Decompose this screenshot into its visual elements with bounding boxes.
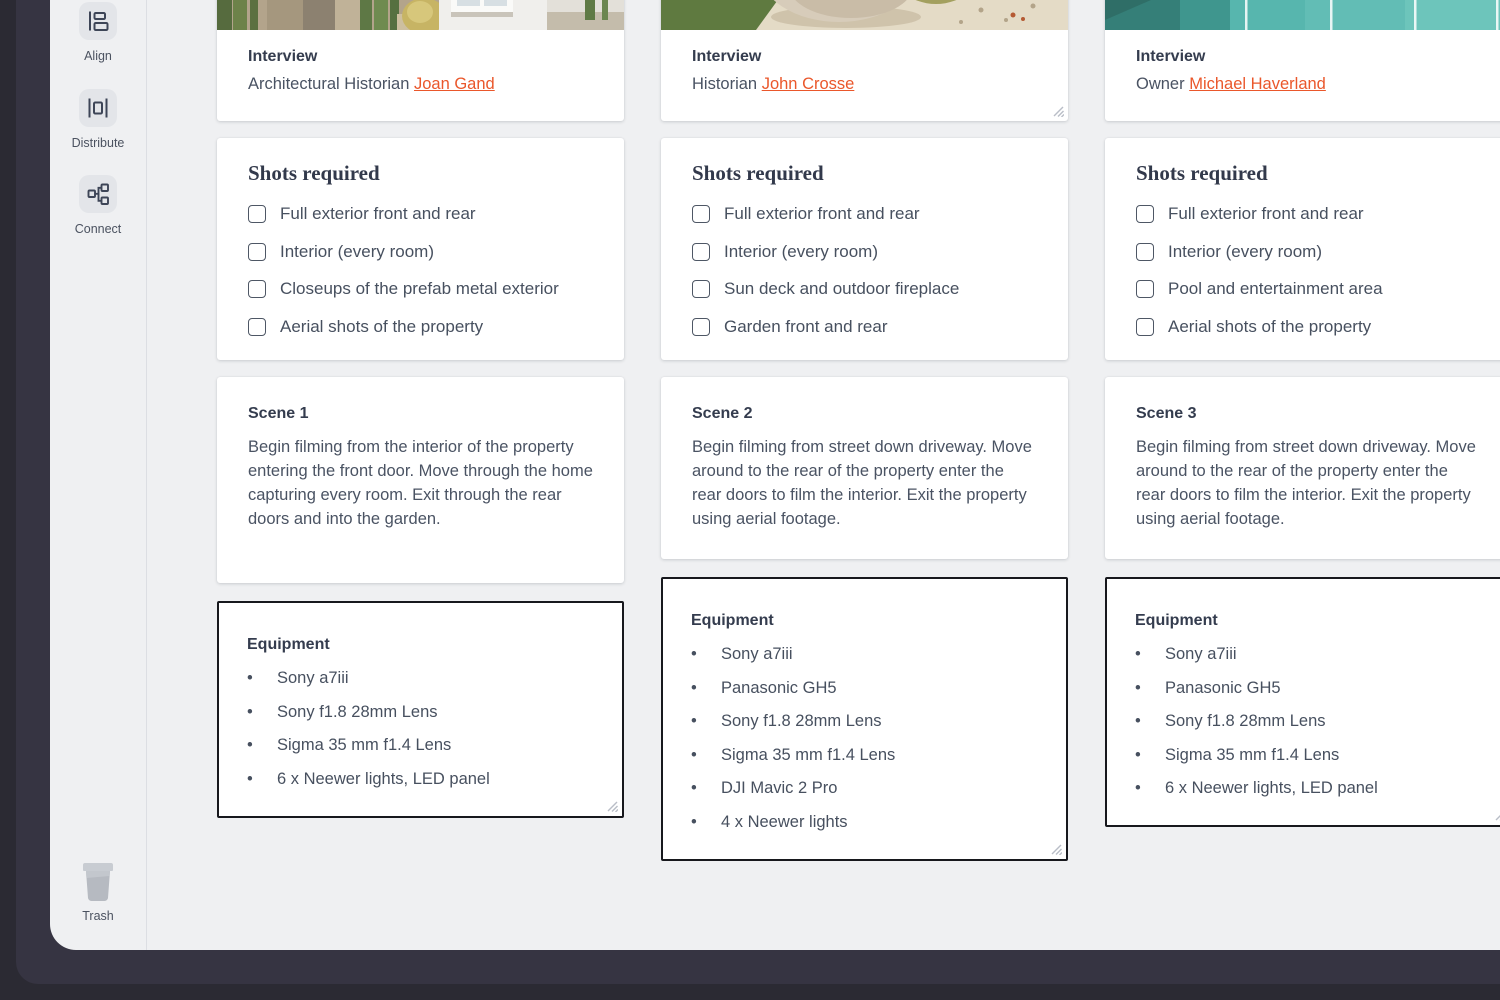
equipment-item: 4 x Neewer lights (691, 806, 1038, 840)
lawn-rock-garden-photo (661, 0, 1068, 30)
swimming-pool-photo (1105, 0, 1500, 30)
resize-handle[interactable] (1049, 842, 1062, 855)
checkbox[interactable] (1136, 280, 1154, 298)
shots-card-1[interactable]: Shots required Full exterior front and r… (217, 138, 624, 360)
checkbox[interactable] (692, 243, 710, 261)
equipment-item: Sigma 35 mm f1.4 Lens (247, 729, 594, 763)
align-label: Align (50, 49, 146, 63)
equipment-item: Panasonic GH5 (1135, 672, 1482, 706)
equipment-item: Sony a7iii (247, 662, 594, 696)
resize-handle[interactable] (605, 799, 618, 812)
interview-role: Owner (1136, 75, 1185, 93)
toolbar: Align Distribute Connect (50, 0, 146, 950)
checklist-item: Interior (every room) (692, 243, 1037, 261)
scene-heading: Scene 2 (692, 403, 1037, 425)
scene-card-3[interactable]: Scene 3 Begin filming from street down d… (1105, 377, 1500, 559)
align-icon (79, 2, 117, 40)
scene-heading: Scene 3 (1136, 403, 1481, 425)
interview-line: Architectural Historian Joan Gand (248, 72, 593, 96)
connect-icon (79, 175, 117, 213)
distribute-button[interactable]: Distribute (50, 89, 146, 150)
connect-button[interactable]: Connect (50, 175, 146, 236)
scene-card-2[interactable]: Scene 2 Begin filming from street down d… (661, 377, 1068, 559)
equipment-card-3[interactable]: Equipment Sony a7iii Panasonic GH5 Sony … (1105, 577, 1500, 827)
checklist-item: Interior (every room) (1136, 243, 1481, 261)
checkbox[interactable] (1136, 243, 1154, 261)
equipment-item: Sigma 35 mm f1.4 Lens (691, 739, 1038, 773)
shots-heading: Shots required (248, 162, 593, 184)
equipment-list: Sony a7iii Panasonic GH5 Sony f1.8 28mm … (1135, 638, 1482, 806)
interview-line: Owner Michael Haverland (1136, 72, 1481, 96)
equipment-list: Sony a7iii Sony f1.8 28mm Lens Sigma 35 … (247, 662, 594, 796)
align-button[interactable]: Align (50, 2, 146, 63)
checkbox[interactable] (248, 280, 266, 298)
checklist-item: Closeups of the prefab metal exterior (248, 280, 593, 298)
trash-icon (79, 860, 117, 902)
trash-label: Trash (50, 909, 146, 923)
equipment-item: Sony f1.8 28mm Lens (691, 705, 1038, 739)
person-link[interactable]: Joan Gand (414, 75, 495, 93)
interview-role: Historian (692, 75, 757, 93)
equipment-item: 6 x Neewer lights, LED panel (247, 763, 594, 797)
checklist-item: Garden front and rear (692, 318, 1037, 336)
checkbox[interactable] (1136, 205, 1154, 223)
checklist-item: Full exterior front and rear (692, 205, 1037, 223)
checkbox[interactable] (692, 205, 710, 223)
interview-heading: Interview (1136, 46, 1481, 68)
equipment-heading: Equipment (1135, 610, 1482, 632)
equipment-item: Sony a7iii (1135, 638, 1482, 672)
connect-label: Connect (50, 222, 146, 236)
resize-handle[interactable] (1051, 104, 1064, 117)
distribute-label: Distribute (50, 136, 146, 150)
shots-card-3[interactable]: Shots required Full exterior front and r… (1105, 138, 1500, 360)
scene-text: Begin filming from street down driveway.… (692, 435, 1037, 531)
checkbox[interactable] (692, 318, 710, 336)
checklist-item: Aerial shots of the property (1136, 318, 1481, 336)
checklist-item: Full exterior front and rear (1136, 205, 1481, 223)
interview-heading: Interview (248, 46, 593, 68)
scene-card-1[interactable]: Scene 1 Begin filming from the interior … (217, 377, 624, 583)
equipment-item: DJI Mavic 2 Pro (691, 772, 1038, 806)
interview-line: Historian John Crosse (692, 72, 1037, 96)
checkbox[interactable] (692, 280, 710, 298)
checkbox[interactable] (248, 205, 266, 223)
equipment-item: 6 x Neewer lights, LED panel (1135, 772, 1482, 806)
checkbox[interactable] (1136, 318, 1154, 336)
interview-card-2[interactable]: Interview Historian John Crosse (661, 0, 1068, 121)
scene-text: Begin filming from the interior of the p… (248, 435, 593, 531)
equipment-card-2[interactable]: Equipment Sony a7iii Panasonic GH5 Sony … (661, 577, 1068, 861)
shots-card-2[interactable]: Shots required Full exterior front and r… (661, 138, 1068, 360)
equipment-item: Sony f1.8 28mm Lens (247, 696, 594, 730)
checkbox[interactable] (248, 243, 266, 261)
person-link[interactable]: Michael Haverland (1189, 75, 1326, 93)
interview-card-1[interactable]: Interview Architectural Historian Joan G… (217, 0, 624, 121)
equipment-list: Sony a7iii Panasonic GH5 Sony f1.8 28mm … (691, 638, 1038, 839)
desert-cacti-house-photo (217, 0, 624, 30)
equipment-heading: Equipment (691, 610, 1038, 632)
checklist-item: Interior (every room) (248, 243, 593, 261)
resize-handle[interactable] (1493, 808, 1500, 821)
checklist-item: Sun deck and outdoor fireplace (692, 280, 1037, 298)
interview-heading: Interview (692, 46, 1037, 68)
interview-card-3[interactable]: Interview Owner Michael Haverland (1105, 0, 1500, 121)
equipment-card-1[interactable]: Equipment Sony a7iii Sony f1.8 28mm Lens… (217, 601, 624, 818)
scene-text: Begin filming from street down driveway.… (1136, 435, 1481, 531)
checklist-item: Aerial shots of the property (248, 318, 593, 336)
equipment-item: Sony a7iii (691, 638, 1038, 672)
checkbox[interactable] (248, 318, 266, 336)
shots-heading: Shots required (1136, 162, 1481, 184)
person-link[interactable]: John Crosse (762, 75, 855, 93)
shots-heading: Shots required (692, 162, 1037, 184)
distribute-icon (79, 89, 117, 127)
scene-heading: Scene 1 (248, 403, 593, 425)
equipment-heading: Equipment (247, 634, 594, 656)
toolbar-divider (146, 0, 147, 950)
checklist-item: Full exterior front and rear (248, 205, 593, 223)
equipment-item: Sony f1.8 28mm Lens (1135, 705, 1482, 739)
interview-role: Architectural Historian (248, 75, 409, 93)
equipment-item: Panasonic GH5 (691, 672, 1038, 706)
checklist-item: Pool and entertainment area (1136, 280, 1481, 298)
trash-button[interactable]: Trash (50, 860, 146, 923)
equipment-item: Sigma 35 mm f1.4 Lens (1135, 739, 1482, 773)
